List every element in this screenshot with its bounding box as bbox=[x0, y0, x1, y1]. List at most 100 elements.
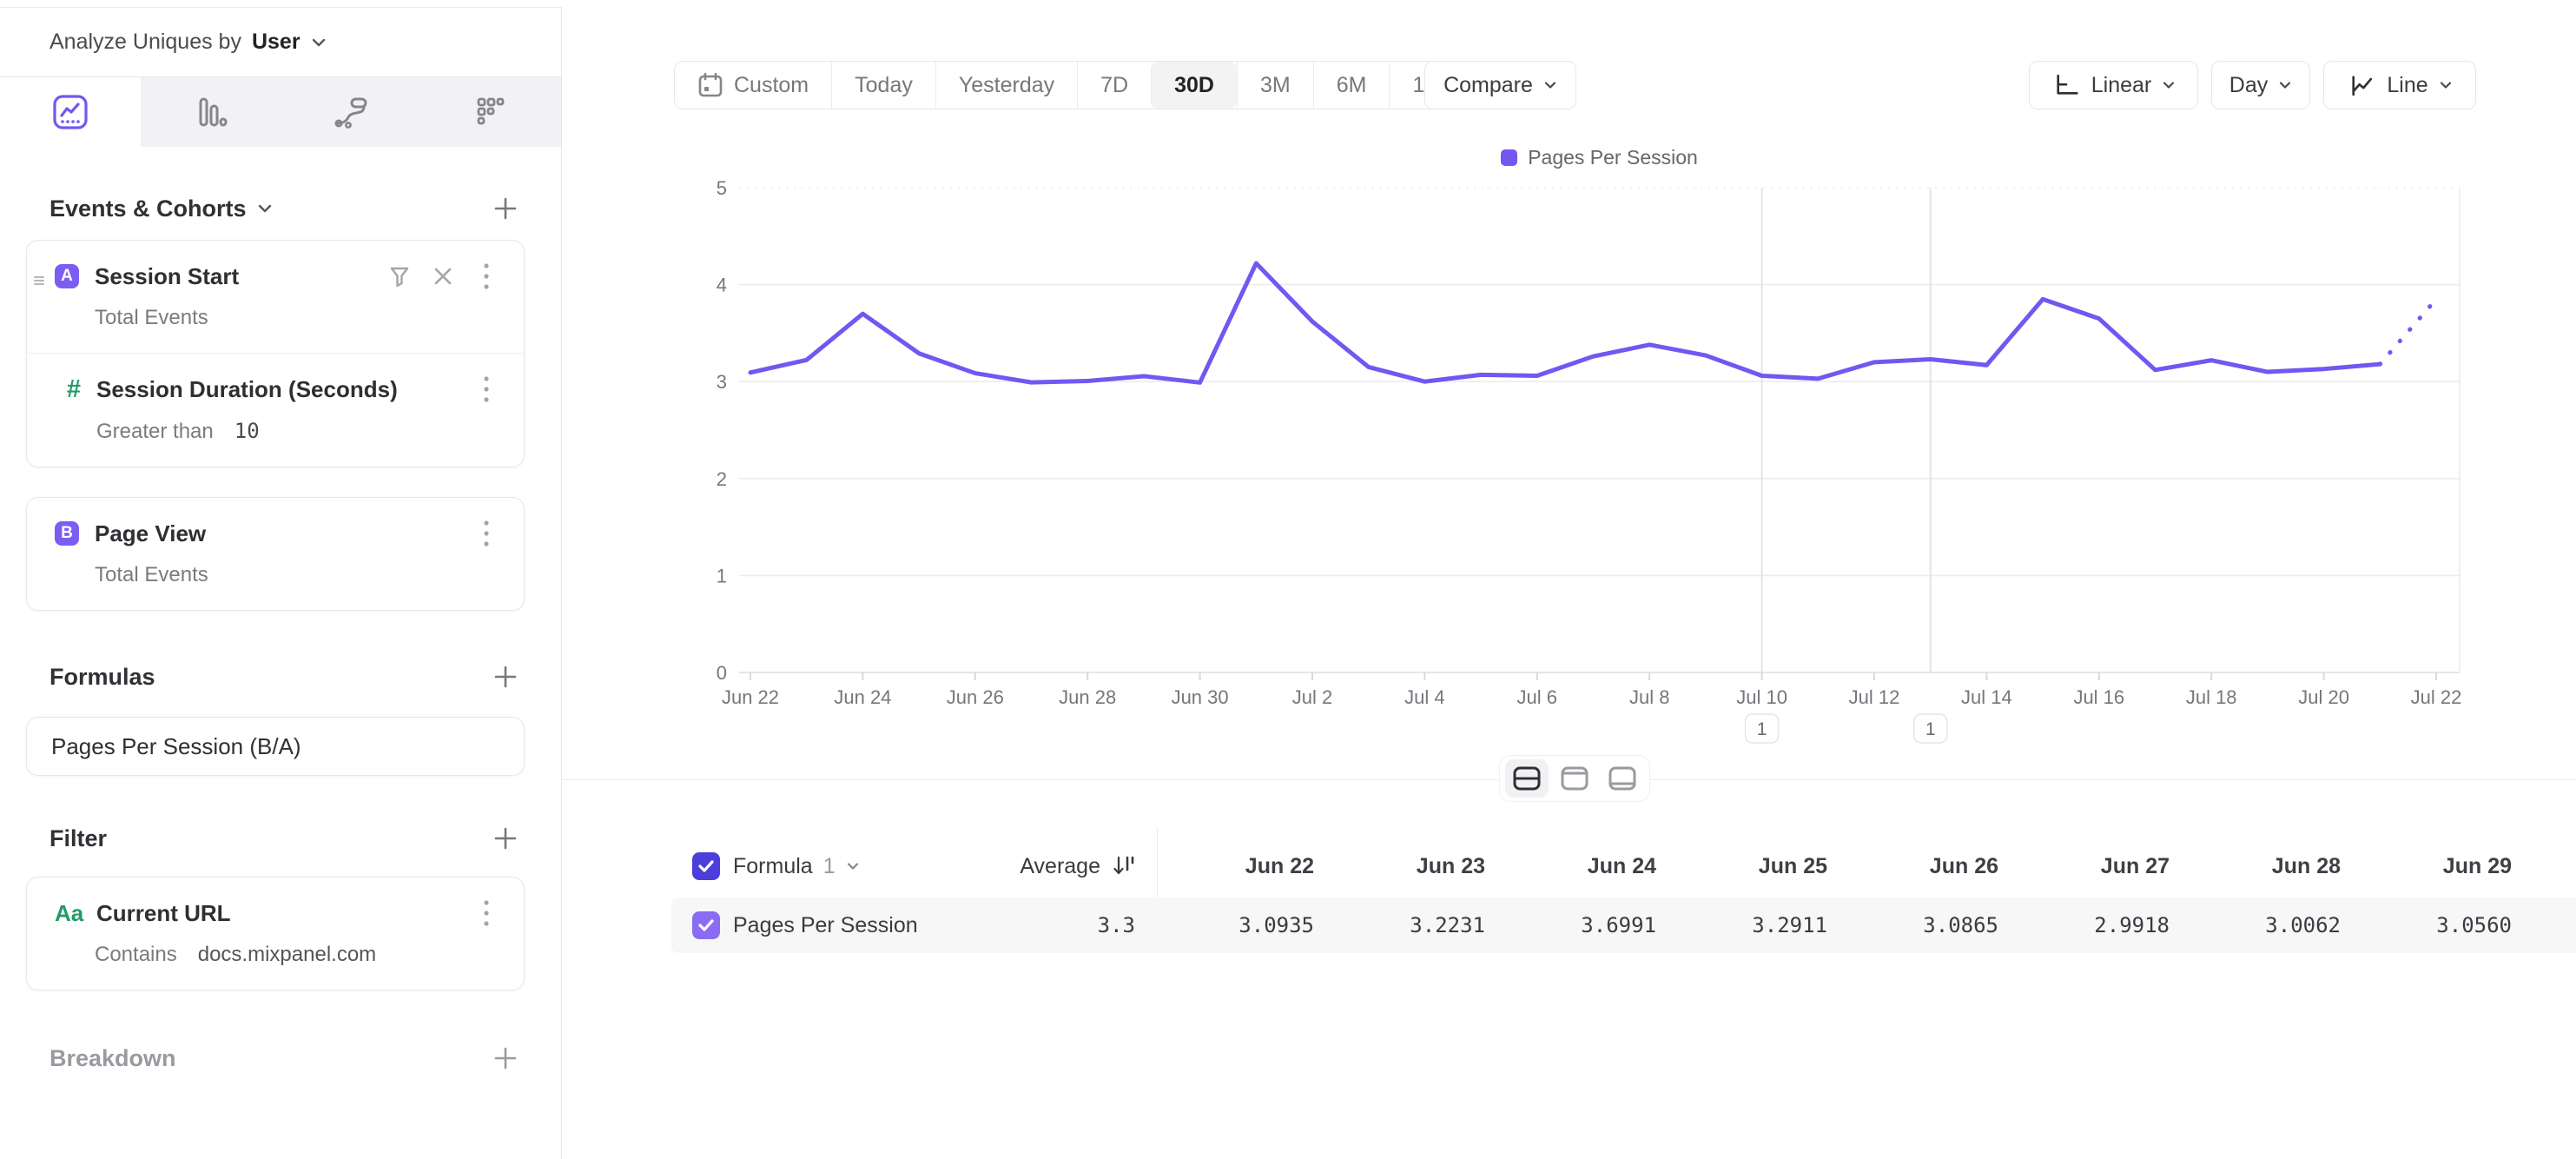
formulas-header: Formulas bbox=[50, 659, 523, 694]
tab-flows-report[interactable] bbox=[281, 77, 421, 147]
string-property-icon: Aa bbox=[55, 900, 89, 927]
formula-header-number: 1 bbox=[823, 854, 836, 879]
chart-view-toggle[interactable] bbox=[1553, 759, 1596, 798]
kebab-menu-icon[interactable] bbox=[472, 519, 501, 548]
svg-text:Jun 26: Jun 26 bbox=[947, 686, 1004, 708]
remove-event-icon[interactable] bbox=[428, 262, 458, 291]
events-cohorts-label: Events & Cohorts bbox=[50, 195, 247, 222]
kebab-menu-icon[interactable] bbox=[472, 374, 501, 404]
svg-text:1: 1 bbox=[1925, 719, 1936, 739]
row-average-value: 3.3 bbox=[1002, 913, 1141, 937]
chevron-down-icon bbox=[846, 861, 860, 871]
formulas-title: Formulas bbox=[50, 664, 155, 691]
svg-text:4: 4 bbox=[717, 275, 727, 296]
cell-value: 3.0935 bbox=[1157, 913, 1328, 937]
svg-text:Jun 22: Jun 22 bbox=[722, 686, 779, 708]
formula-column-header[interactable]: Formula 1 bbox=[733, 854, 1002, 879]
chevron-down-icon[interactable] bbox=[257, 202, 273, 215]
event-b-badge: B bbox=[55, 521, 79, 546]
analyze-value-dropdown[interactable]: User bbox=[252, 30, 301, 55]
add-breakdown-button[interactable] bbox=[488, 1041, 523, 1076]
cell-value: 3.2911 bbox=[1670, 913, 1841, 937]
cell-value: 2.9918 bbox=[2012, 913, 2183, 937]
analyze-label: Analyze Uniques by bbox=[50, 30, 241, 55]
svg-text:3: 3 bbox=[717, 371, 727, 393]
event-a-card[interactable]: A Session Start Total Events # bbox=[26, 240, 525, 467]
cell-value: 3.2231 bbox=[1328, 913, 1499, 937]
filter-card[interactable]: Aa Current URL Contains docs.mixpanel.com bbox=[26, 877, 525, 990]
tab-insights[interactable] bbox=[0, 77, 141, 147]
kebab-menu-icon[interactable] bbox=[472, 898, 501, 928]
metric-value[interactable]: 10 bbox=[234, 419, 260, 443]
flows-icon bbox=[331, 92, 371, 132]
svg-text:1: 1 bbox=[1757, 719, 1767, 739]
svg-text:Jul 18: Jul 18 bbox=[2186, 686, 2237, 708]
tab-retention-report[interactable] bbox=[421, 77, 562, 147]
events-cohorts-title: Events & Cohorts bbox=[50, 195, 273, 222]
filter-header: Filter bbox=[50, 821, 523, 856]
bar-chart-icon bbox=[190, 92, 230, 132]
svg-text:Jul 12: Jul 12 bbox=[1849, 686, 1900, 708]
svg-text:5: 5 bbox=[717, 177, 727, 199]
table-header-row: Formula 1 Average Jun 22 Jun 23 Jun 24 J… bbox=[562, 835, 2576, 897]
svg-text:0: 0 bbox=[717, 662, 727, 684]
svg-text:2: 2 bbox=[717, 468, 727, 490]
kebab-menu-icon[interactable] bbox=[472, 262, 501, 291]
line-chart[interactable]: 012345Jun 22Jun 24Jun 26Jun 28Jun 30Jul … bbox=[562, 0, 2576, 782]
event-b-measure[interactable]: Total Events bbox=[95, 563, 501, 587]
breakdown-header: Breakdown bbox=[50, 1041, 523, 1076]
chevron-down-icon bbox=[311, 36, 327, 49]
session-duration-section: # Session Duration (Seconds) Greater tha… bbox=[27, 353, 524, 467]
event-b-name[interactable]: Page View bbox=[95, 520, 458, 547]
drag-handle-icon[interactable] bbox=[32, 274, 46, 292]
select-all-checkbox[interactable] bbox=[692, 852, 720, 880]
insights-line-icon bbox=[50, 92, 90, 132]
average-column-header[interactable]: Average bbox=[1002, 854, 1141, 879]
svg-text:Jun 24: Jun 24 bbox=[834, 686, 891, 708]
filter-funnel-icon[interactable] bbox=[385, 262, 414, 291]
filter-property[interactable]: Current URL bbox=[96, 900, 458, 927]
date-column-header[interactable]: Jun 22 bbox=[1157, 854, 1328, 879]
tab-bar-report[interactable] bbox=[141, 77, 281, 147]
retention-grid-icon bbox=[471, 92, 511, 132]
date-column-header[interactable]: Jun 23 bbox=[1328, 854, 1499, 879]
cell-value: 3.0560 bbox=[2355, 913, 2526, 937]
row-checkbox[interactable] bbox=[692, 911, 720, 939]
layout-toggle-group bbox=[1499, 755, 1650, 802]
event-a-badge: A bbox=[55, 264, 79, 288]
date-column-header[interactable]: Jun 26 bbox=[1841, 854, 2012, 879]
filter-operator[interactable]: Contains bbox=[95, 943, 177, 966]
events-cohorts-header: Events & Cohorts bbox=[50, 191, 523, 226]
insights-report-page: Analyze Uniques by User bbox=[0, 0, 2576, 1159]
formula-expression[interactable]: Pages Per Session (B/A) bbox=[51, 733, 301, 760]
table-view-toggle[interactable] bbox=[1601, 759, 1644, 798]
split-view-toggle[interactable] bbox=[1505, 759, 1549, 798]
date-column-header[interactable]: Jun 27 bbox=[2012, 854, 2183, 879]
report-main-area: Custom Today Yesterday 7D 30D 3M 6M 12M … bbox=[562, 0, 2576, 1159]
add-event-button[interactable] bbox=[488, 191, 523, 226]
sort-descending-icon bbox=[1113, 855, 1135, 878]
date-column-header[interactable]: Jun 29 bbox=[2355, 854, 2526, 879]
event-b-card[interactable]: B Page View Total Events bbox=[26, 497, 525, 611]
filter-value[interactable]: docs.mixpanel.com bbox=[198, 943, 376, 966]
cell-value: 3.6991 bbox=[1499, 913, 1670, 937]
add-formula-button[interactable] bbox=[488, 659, 523, 694]
report-type-tabs bbox=[0, 77, 561, 147]
formula-card[interactable]: Pages Per Session (B/A) bbox=[26, 717, 525, 776]
filter-condition[interactable]: Contains docs.mixpanel.com bbox=[95, 943, 501, 967]
svg-text:Jul 14: Jul 14 bbox=[1961, 686, 2012, 708]
metric-condition[interactable]: Greater than 10 bbox=[96, 419, 501, 444]
date-column-header[interactable]: Jun 25 bbox=[1670, 854, 1841, 879]
metric-name[interactable]: Session Duration (Seconds) bbox=[96, 376, 458, 403]
numeric-property-icon: # bbox=[63, 375, 84, 404]
date-column-header[interactable]: Jun 24 bbox=[1499, 854, 1670, 879]
cell-value: 3.0865 bbox=[1841, 913, 2012, 937]
event-a-name[interactable]: Session Start bbox=[95, 263, 371, 290]
event-a-measure[interactable]: Total Events bbox=[95, 306, 501, 330]
table-row[interactable]: Pages Per Session 3.3 3.0935 3.2231 3.69… bbox=[671, 897, 2576, 953]
metric-operator[interactable]: Greater than bbox=[96, 420, 214, 443]
current-url-section: Aa Current URL Contains docs.mixpanel.com bbox=[27, 878, 524, 990]
row-series-name: Pages Per Session bbox=[733, 913, 1002, 938]
add-filter-button[interactable] bbox=[488, 821, 523, 856]
date-column-header[interactable]: Jun 28 bbox=[2183, 854, 2355, 879]
